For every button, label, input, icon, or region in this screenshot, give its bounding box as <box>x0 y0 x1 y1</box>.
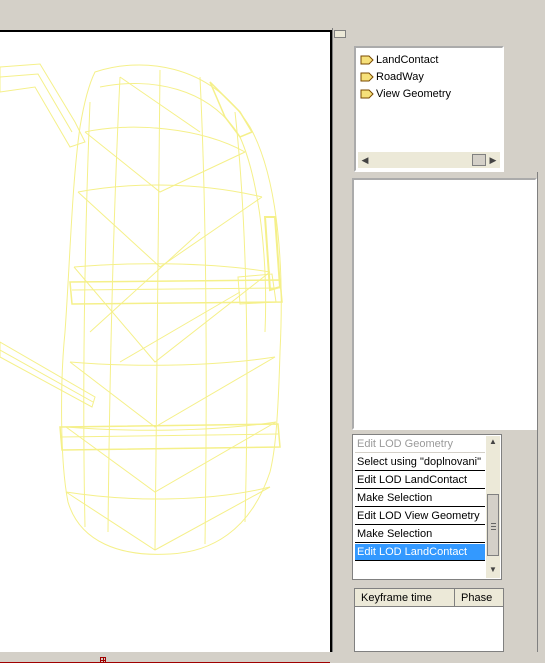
lod-icon <box>360 55 374 65</box>
3d-viewport[interactable] <box>0 30 332 663</box>
horizontal-scrollbar[interactable]: ◀ ▶ <box>358 152 500 168</box>
keyframe-list[interactable]: Keyframe time Phase <box>354 588 504 652</box>
history-item[interactable]: Select using "doplnovani" <box>355 454 485 471</box>
scroll-left-icon[interactable]: ◀ <box>358 152 372 168</box>
splitter-bar[interactable] <box>332 28 348 652</box>
window-edge <box>537 172 545 652</box>
lod-icon <box>360 72 374 82</box>
scroll-thumb[interactable] <box>472 154 486 166</box>
grip-icon <box>491 526 496 527</box>
scroll-down-icon[interactable]: ▼ <box>486 564 500 576</box>
undo-history-list[interactable]: Edit LOD Geometry Select using "doplnova… <box>352 434 502 580</box>
vertical-scrollbar[interactable]: ▲ ▼ <box>486 436 500 578</box>
grip-icon <box>491 523 496 524</box>
tree-item-label: LandContact <box>376 54 439 66</box>
splitter-handle[interactable] <box>334 30 346 38</box>
scroll-right-icon[interactable]: ▶ <box>486 152 500 168</box>
scroll-up-icon[interactable]: ▲ <box>486 436 500 448</box>
tree-item-view-geometry[interactable]: View Geometry <box>360 86 451 102</box>
origin-marker-icon <box>100 657 106 663</box>
history-item[interactable]: Make Selection <box>355 490 485 507</box>
history-item[interactable]: Edit LOD LandContact <box>355 472 485 489</box>
column-header-keyframe-time[interactable]: Keyframe time <box>355 589 455 606</box>
tree-item-label: View Geometry <box>376 88 451 100</box>
lod-tree-panel[interactable]: LandContact RoadWay View Geometry ◀ ▶ <box>354 46 504 172</box>
history-item[interactable]: Make Selection <box>355 526 485 543</box>
scroll-thumb[interactable] <box>487 494 499 556</box>
grip-icon <box>491 529 496 530</box>
tree-item-label: RoadWay <box>376 71 424 83</box>
history-item[interactable]: Edit LOD View Geometry <box>355 508 485 525</box>
column-header-phase[interactable]: Phase <box>455 589 503 606</box>
wireframe-model <box>0 63 283 555</box>
tree-item-roadway[interactable]: RoadWay <box>360 69 424 85</box>
tree-item-landcontact[interactable]: LandContact <box>360 52 438 68</box>
top-toolbar <box>0 0 545 30</box>
history-item-selected[interactable]: Edit LOD LandContact <box>355 544 485 561</box>
lod-icon <box>360 89 374 99</box>
keyframe-header: Keyframe time Phase <box>355 589 503 607</box>
properties-panel <box>352 178 537 430</box>
history-item[interactable]: Edit LOD Geometry <box>355 436 485 453</box>
